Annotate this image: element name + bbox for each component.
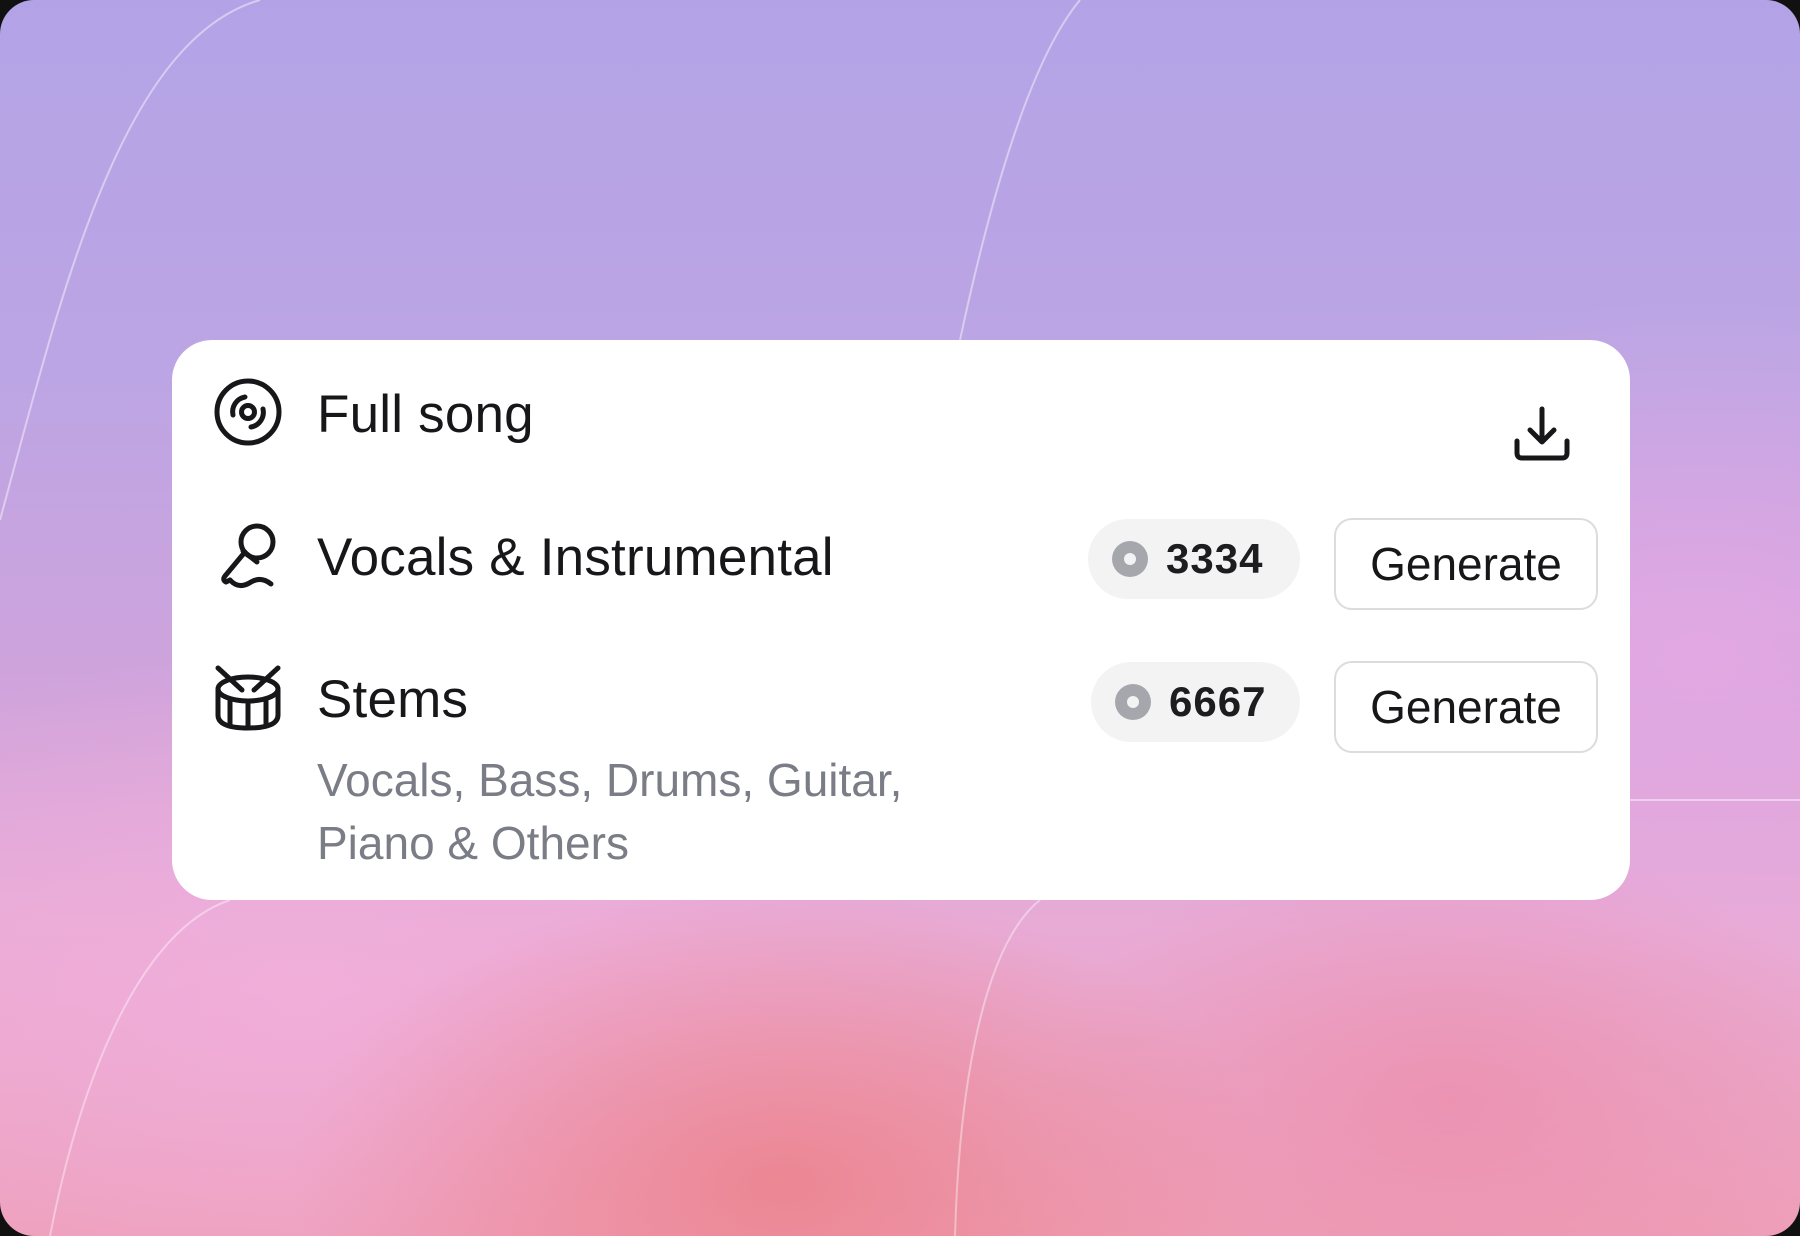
credit-coin-icon [1115,684,1151,720]
credit-cost-value: 3334 [1166,535,1264,582]
credit-cost-value: 6667 [1169,678,1267,725]
stems-subtitle-line2: Piano & Others [317,817,629,869]
disc-icon [212,376,284,448]
download-options-card: Full song Vocals & Instrumental 3334 Gen… [172,340,1630,900]
credit-cost-badge: 3334 [1088,519,1300,599]
full-song-title: Full song [317,385,534,444]
background: Full song Vocals & Instrumental 3334 Gen… [0,0,1800,1236]
download-button[interactable] [1502,394,1582,474]
download-icon [1514,406,1570,461]
drum-icon [212,662,284,734]
credit-cost-badge: 6667 [1091,662,1300,742]
generate-stems-button[interactable]: Generate [1334,661,1598,753]
vocals-instrumental-title: Vocals & Instrumental [317,528,834,587]
generate-vocals-button[interactable]: Generate [1334,518,1598,610]
microphone-icon [212,520,284,592]
credit-coin-icon [1112,541,1148,577]
stems-subtitle-line1: Vocals, Bass, Drums, Guitar, [317,754,903,806]
stems-title: Stems [317,670,469,729]
